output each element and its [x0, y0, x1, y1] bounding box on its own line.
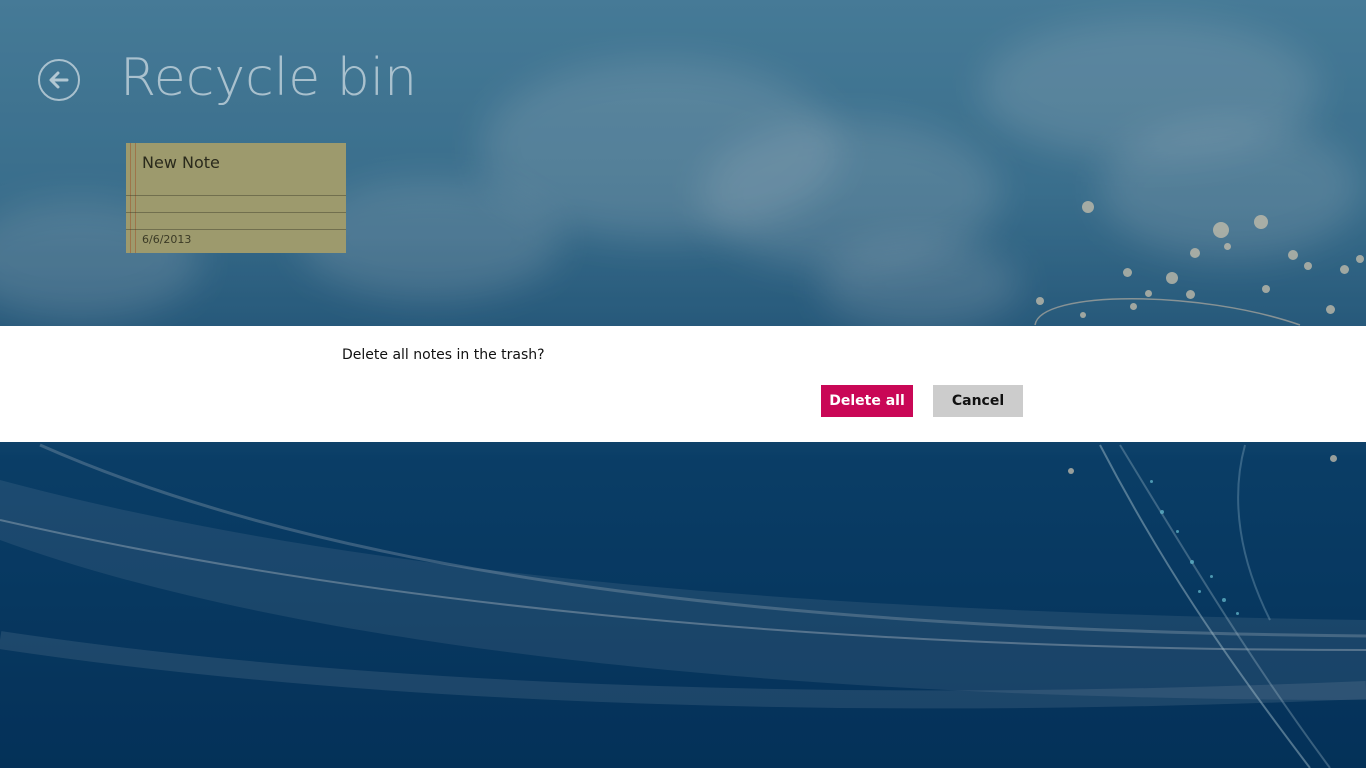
note-date: 6/6/2013	[142, 233, 192, 246]
note-margin-line	[135, 143, 136, 253]
dialog-message: Delete all notes in the trash?	[342, 347, 545, 363]
note-rule-line	[126, 212, 346, 213]
back-button[interactable]	[38, 59, 80, 101]
note-tile[interactable]: New Note 6/6/2013	[126, 143, 346, 253]
app-screen: Recycle bin New Note 6/6/2013 Delete all…	[0, 0, 1366, 768]
note-margin-line	[130, 143, 131, 253]
note-rule-line	[126, 195, 346, 196]
delete-all-button[interactable]: Delete all	[821, 385, 913, 417]
page-title: Recycle bin	[120, 48, 418, 108]
cancel-button[interactable]: Cancel	[933, 385, 1023, 417]
confirm-dialog: Delete all notes in the trash? Delete al…	[0, 326, 1366, 442]
note-title: New Note	[142, 153, 220, 172]
note-rule-line	[126, 229, 346, 230]
arrow-left-icon	[49, 71, 69, 89]
